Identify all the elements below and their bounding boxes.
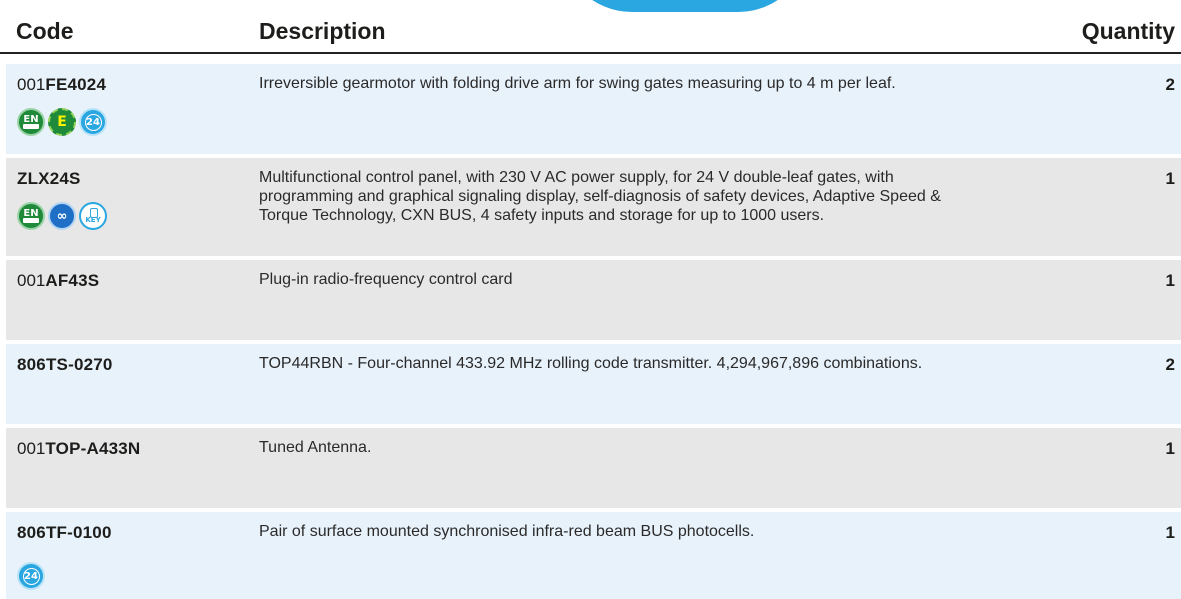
24v-icon: 24 — [79, 108, 107, 136]
table-row: 001FE4024 Irreversible gearmotor with fol… — [6, 64, 1181, 154]
product-code-main: ZLX24S — [17, 169, 81, 188]
product-description: TOP44RBN - Four-channel 433.92 MHz rolli… — [259, 355, 923, 372]
product-code-main: 806TS-0270 — [17, 355, 113, 374]
feature-icons: EN ∞ KEY — [17, 202, 107, 230]
en-tested-icon: EN — [17, 202, 45, 230]
table-row: ZLX24S Multifunctional control panel, wit… — [6, 158, 1181, 256]
product-code-main: 806TF-0100 — [17, 523, 112, 542]
product-code-prefix: 001 — [17, 439, 46, 458]
product-code-prefix: 001 — [17, 75, 46, 94]
product-quantity: 1 — [1165, 169, 1175, 188]
product-code: 001AF43S — [17, 270, 99, 292]
product-description: Plug-in radio-frequency control card — [259, 271, 513, 288]
product-description: Multifunctional control panel, with 230 … — [259, 169, 941, 224]
product-code: 806TF-0100 — [17, 522, 112, 544]
feature-icons: 24 — [17, 562, 45, 590]
product-description: Pair of surface mounted synchronised inf… — [259, 523, 755, 540]
cxn-bus-icon: ∞ — [48, 202, 76, 230]
24v-icon: 24 — [17, 562, 45, 590]
table-row: 001AF43S Plug-in radio-frequency control … — [6, 260, 1181, 340]
product-quantity: 1 — [1165, 523, 1175, 542]
energy-saving-icon: E — [48, 108, 76, 136]
column-header-description: Description — [259, 18, 386, 44]
product-quantity: 1 — [1165, 271, 1175, 290]
feature-icons: EN E 24 — [17, 108, 107, 136]
product-quantity: 1 — [1165, 439, 1175, 458]
product-code: 001TOP-A433N — [17, 438, 140, 460]
column-header-code: Code — [16, 18, 74, 44]
product-code-prefix: 001 — [17, 271, 46, 290]
product-code: ZLX24S — [17, 168, 81, 190]
table-row: 806TS-0270 TOP44RBN - Four-channel 433.92… — [6, 344, 1181, 424]
product-code-main: AF43S — [45, 271, 100, 290]
column-header-quantity: Quantity — [1081, 18, 1175, 44]
product-code-main: TOP-A433N — [45, 439, 141, 458]
product-quantity: 2 — [1165, 355, 1175, 374]
product-code: 001FE4024 — [17, 74, 106, 96]
product-description: Tuned Antenna. — [259, 439, 372, 456]
table-row: 806TF-0100 Pair of surface mounted synchr… — [6, 512, 1181, 599]
en-tested-icon: EN — [17, 108, 45, 136]
product-quantity: 2 — [1165, 75, 1175, 94]
product-code-main: FE4024 — [45, 75, 107, 94]
table-header: Code Description Quantity — [0, 0, 1181, 54]
product-description: Irreversible gearmotor with folding driv… — [259, 75, 896, 92]
key-icon: KEY — [79, 202, 107, 230]
table-row: 001TOP-A433N Tuned Antenna. 1 — [6, 428, 1181, 508]
product-code: 806TS-0270 — [17, 354, 113, 376]
